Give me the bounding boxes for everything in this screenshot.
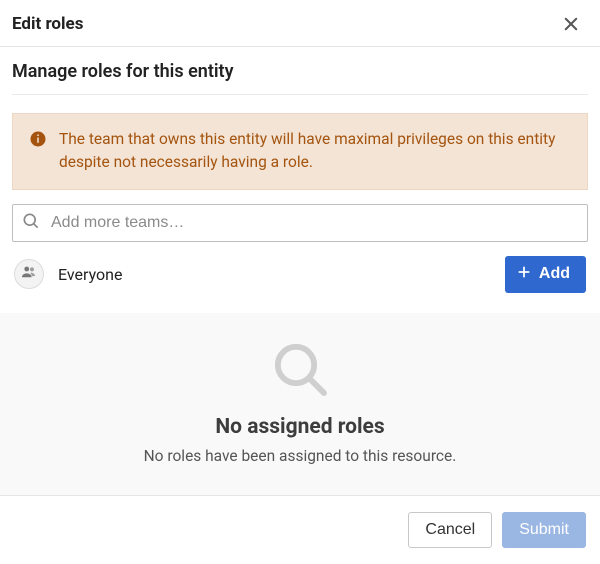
info-icon (29, 128, 47, 148)
team-search-input[interactable] (49, 213, 579, 233)
modal-footer: Cancel Submit (0, 495, 600, 564)
modal-header: Edit roles (0, 0, 600, 47)
submit-button[interactable]: Submit (502, 512, 586, 548)
close-icon (562, 15, 580, 33)
search-icon (21, 211, 41, 235)
empty-subtitle: No roles have been assigned to this reso… (12, 447, 588, 465)
add-button-label: Add (539, 265, 570, 283)
modal-title: Edit roles (12, 14, 83, 34)
modal-body: Manage roles for this entity The team th… (0, 47, 600, 495)
cancel-button[interactable]: Cancel (408, 512, 492, 548)
team-search[interactable] (12, 204, 588, 242)
info-message: The team that owns this entity will have… (59, 128, 571, 175)
magnifier-icon (12, 337, 588, 405)
team-avatar (14, 259, 44, 289)
section-title: Manage roles for this entity (12, 59, 588, 95)
team-row-left: Everyone (14, 259, 122, 289)
info-banner: The team that owns this entity will have… (12, 113, 588, 190)
team-row: Everyone Add (12, 256, 588, 307)
people-icon (20, 263, 38, 285)
team-name: Everyone (58, 265, 122, 284)
edit-roles-modal: Edit roles Manage roles for this entity … (0, 0, 600, 564)
close-button[interactable] (558, 15, 584, 33)
empty-state: No assigned roles No roles have been ass… (0, 313, 600, 495)
empty-title: No assigned roles (12, 415, 588, 439)
add-team-button[interactable]: Add (505, 256, 586, 293)
plus-icon (517, 265, 531, 284)
